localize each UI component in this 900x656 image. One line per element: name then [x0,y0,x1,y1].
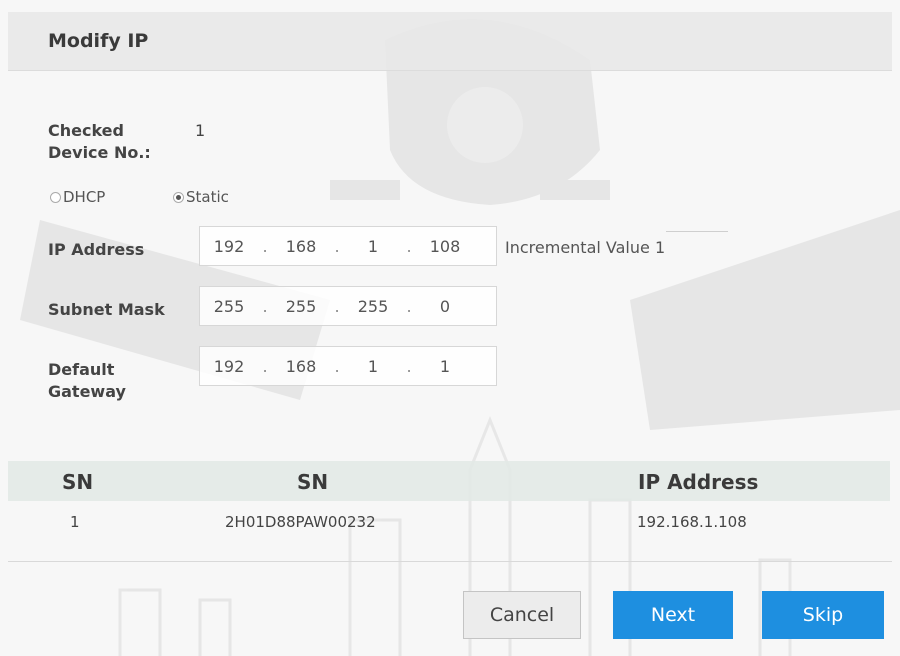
mask-octet-4[interactable]: 0 [416,297,474,316]
gateway-octet-4[interactable]: 1 [416,357,474,376]
checked-device-label: Checked Device No.: [48,120,151,164]
octet-separator: . [334,296,340,316]
row-serial: 2H01D88PAW00232 [225,513,376,531]
checked-label-line1: Checked [48,121,124,140]
octet-separator: . [406,236,412,256]
octet-separator: . [262,296,268,316]
footer-divider [8,561,892,562]
column-header-ip: IP Address [638,470,759,494]
mask-octet-1[interactable]: 255 [200,297,258,316]
mask-octet-2[interactable]: 255 [272,297,330,316]
static-radio-option[interactable]: Static [173,188,229,206]
incremental-value: Incremental Value 1 [505,238,665,257]
next-button[interactable]: Next [613,591,733,639]
dhcp-radio-label: DHCP [63,188,106,206]
octet-separator: . [406,356,412,376]
static-radio[interactable] [173,191,184,203]
ip-address-label: IP Address [48,240,145,259]
checked-device-count: 1 [195,121,206,140]
checked-label-line2: Device No.: [48,143,151,162]
default-gateway-input[interactable]: 192. 168. 1. 1 [199,346,497,386]
octet-separator: . [334,236,340,256]
incremental-value-number[interactable]: 1 [655,238,665,257]
ip-octet-1[interactable]: 192 [200,237,258,256]
dialog-title: Modify IP [48,30,149,52]
dhcp-radio[interactable] [50,191,61,203]
column-header-serial: SN [297,470,329,494]
skip-button[interactable]: Skip [762,591,884,639]
row-ip: 192.168.1.108 [637,513,747,531]
mask-octet-3[interactable]: 255 [344,297,402,316]
octet-separator: . [262,236,268,256]
subnet-mask-label: Subnet Mask [48,300,165,319]
incremental-value-label: Incremental Value [505,238,650,257]
cancel-button[interactable]: Cancel [463,591,581,639]
ip-address-input[interactable]: 192. 168. 1. 108 [199,226,497,266]
gateway-label-line2: Gateway [48,382,126,401]
gateway-octet-2[interactable]: 168 [272,357,330,376]
static-radio-label: Static [186,188,229,206]
ip-octet-4[interactable]: 108 [416,237,474,256]
gateway-label-line1: Default [48,360,115,379]
ip-octet-3[interactable]: 1 [344,237,402,256]
row-index: 1 [70,513,80,531]
octet-separator: . [334,356,340,376]
octet-separator: . [262,356,268,376]
default-gateway-label: Default Gateway [48,359,126,403]
octet-separator: . [406,296,412,316]
ip-octet-2[interactable]: 168 [272,237,330,256]
dhcp-radio-option[interactable]: DHCP [50,188,105,206]
modify-ip-dialog: Modify IP Checked Device No.: 1 DHCP Sta… [0,0,900,656]
column-header-index: SN [62,470,94,494]
gateway-octet-1[interactable]: 192 [200,357,258,376]
gateway-octet-3[interactable]: 1 [344,357,402,376]
subnet-mask-input[interactable]: 255. 255. 255. 0 [199,286,497,326]
incremental-underline [666,231,728,232]
